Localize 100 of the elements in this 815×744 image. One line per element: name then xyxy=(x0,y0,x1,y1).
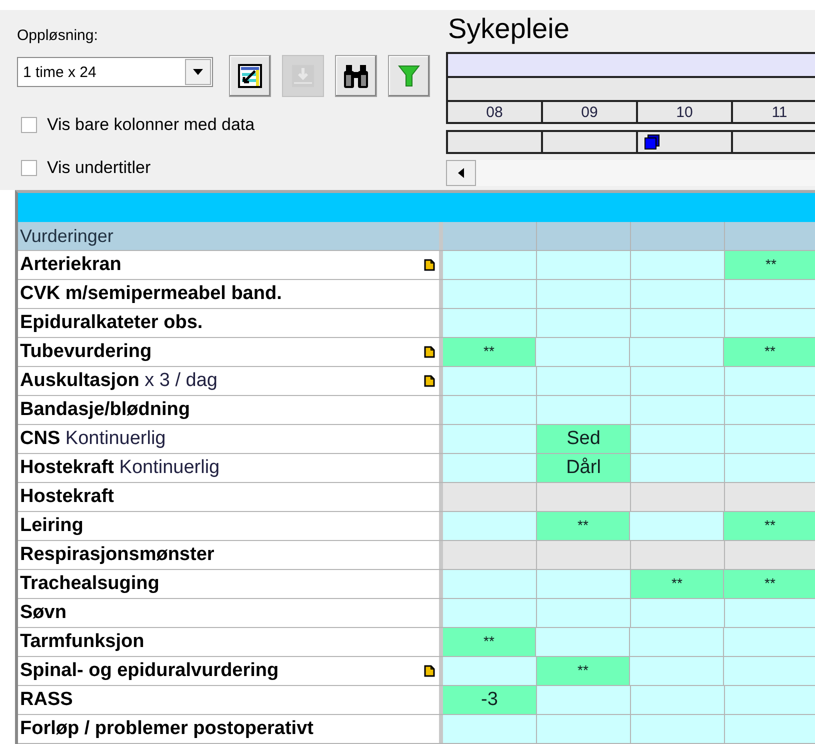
grid-cell[interactable] xyxy=(631,280,725,308)
note-icon[interactable] xyxy=(424,665,435,677)
grid-cell[interactable] xyxy=(537,686,631,714)
grid-cell[interactable] xyxy=(725,483,815,511)
horizontal-scrollbar[interactable] xyxy=(446,160,815,186)
grid-cell[interactable] xyxy=(443,570,537,598)
grid-cell[interactable] xyxy=(725,309,815,337)
row-label: Arteriekran xyxy=(20,254,122,276)
download-tray-icon xyxy=(291,64,315,88)
grid-cell[interactable]: Sed xyxy=(537,425,631,453)
grid-cell[interactable] xyxy=(725,715,815,743)
grid-cell[interactable] xyxy=(631,454,725,482)
grid-cell[interactable] xyxy=(537,715,631,743)
row-label: RASS xyxy=(20,689,74,711)
row-label: Leiring xyxy=(20,515,84,537)
grid-cell[interactable] xyxy=(724,657,815,685)
grid-cell[interactable] xyxy=(443,657,537,685)
note-icon[interactable] xyxy=(424,375,435,387)
grid-cell[interactable]: ** xyxy=(537,657,630,685)
grid-cell[interactable] xyxy=(537,599,631,627)
row-label: Respirasjonsmønster xyxy=(20,544,216,566)
grid-cell[interactable] xyxy=(725,367,815,395)
grid-cell[interactable] xyxy=(630,512,724,540)
option-checkbox[interactable]: Vis undertitler xyxy=(17,154,430,182)
grid-cell[interactable] xyxy=(724,628,815,656)
grid-cell[interactable] xyxy=(631,367,725,395)
grid-cell[interactable] xyxy=(443,396,537,424)
grid-cell[interactable] xyxy=(631,541,725,569)
grid-cell[interactable] xyxy=(443,425,537,453)
grid-cell[interactable]: -3 xyxy=(443,686,537,714)
filter-icon xyxy=(398,64,420,88)
grid-cell[interactable] xyxy=(536,338,630,366)
grid-cell[interactable] xyxy=(443,541,537,569)
grid-cell[interactable]: ** xyxy=(443,628,536,656)
section-title: Sykepleie xyxy=(447,12,570,46)
row-label: Epiduralkateter obs. xyxy=(20,312,204,334)
toolbar-button[interactable] xyxy=(229,55,271,97)
row-label: Bandasje/blødning xyxy=(20,399,191,421)
resolution-label: Oppløsning: xyxy=(17,27,99,46)
grid-cell[interactable] xyxy=(537,483,631,511)
grid-cell[interactable] xyxy=(725,454,815,482)
grid-cell[interactable] xyxy=(725,686,815,714)
grid-cell[interactable] xyxy=(443,367,537,395)
grid-cell[interactable] xyxy=(631,715,725,743)
grid-cell[interactable] xyxy=(630,657,724,685)
row-label: Trachealsuging xyxy=(20,573,160,595)
row-label: Tarmfunksjon xyxy=(20,631,146,653)
grid-cell[interactable]: ** xyxy=(724,512,815,540)
grid-cell[interactable] xyxy=(631,425,725,453)
grid-cell[interactable] xyxy=(631,309,725,337)
grid-cell[interactable] xyxy=(630,338,724,366)
grid-cell[interactable] xyxy=(537,396,631,424)
grid-cell[interactable]: ** xyxy=(443,338,536,366)
grid-cell[interactable] xyxy=(537,570,631,598)
grid-cell[interactable] xyxy=(725,541,815,569)
grid-cell[interactable] xyxy=(537,251,631,279)
note-icon[interactable] xyxy=(424,259,435,271)
hour-label: 09 xyxy=(543,102,638,124)
grid-cell[interactable] xyxy=(631,251,725,279)
grid-cell[interactable] xyxy=(631,686,725,714)
grid-cell[interactable] xyxy=(537,280,631,308)
hour-label: 10 xyxy=(638,102,733,124)
grid-cell[interactable] xyxy=(725,425,815,453)
grid-cell[interactable]: ** xyxy=(537,512,630,540)
grid-cell[interactable] xyxy=(631,599,725,627)
grid-cell[interactable] xyxy=(443,309,537,337)
grid-cell[interactable] xyxy=(443,599,537,627)
grid-cell[interactable] xyxy=(537,309,631,337)
row-label: CNS Kontinuerlig xyxy=(20,428,167,450)
row-label: CVK m/semipermeabel band. xyxy=(20,283,283,305)
grid-cell[interactable] xyxy=(443,483,537,511)
grid-cell[interactable] xyxy=(631,483,725,511)
grid-cell[interactable] xyxy=(443,251,537,279)
hour-label: 11 xyxy=(733,102,815,124)
grid-cell[interactable] xyxy=(537,541,631,569)
grid-cell[interactable] xyxy=(443,715,537,743)
grid-cell[interactable]: ** xyxy=(724,338,815,366)
grid-cell[interactable] xyxy=(725,280,815,308)
hour-label: 08 xyxy=(448,102,543,124)
grid-cell[interactable] xyxy=(443,512,537,540)
grid-cell[interactable] xyxy=(725,396,815,424)
grid-cell[interactable] xyxy=(443,454,537,482)
grid-cell[interactable]: ** xyxy=(724,570,815,598)
grid-cell[interactable] xyxy=(725,599,815,627)
toolbar-button[interactable] xyxy=(335,55,377,97)
resolution-dropdown[interactable]: 1 time x 24 xyxy=(17,57,213,87)
grid-cell[interactable] xyxy=(630,628,724,656)
grid-cell[interactable] xyxy=(537,367,631,395)
grid-cell[interactable]: ** xyxy=(725,251,815,279)
grid-cell[interactable] xyxy=(536,628,630,656)
note-icon[interactable] xyxy=(424,346,435,358)
scroll-left-button[interactable] xyxy=(446,160,476,186)
row-label: Hostekraft xyxy=(20,486,115,508)
grid-cell[interactable] xyxy=(443,280,537,308)
grid-cell[interactable]: ** xyxy=(631,570,724,598)
row-label: Forløp / problemer postoperativt xyxy=(20,718,314,740)
grid-cell[interactable] xyxy=(631,396,725,424)
grid-cell[interactable]: Dårl xyxy=(537,454,631,482)
option-checkbox[interactable]: Vis bare kolonner med data xyxy=(17,111,430,139)
dropdown-arrow-icon xyxy=(193,69,203,75)
